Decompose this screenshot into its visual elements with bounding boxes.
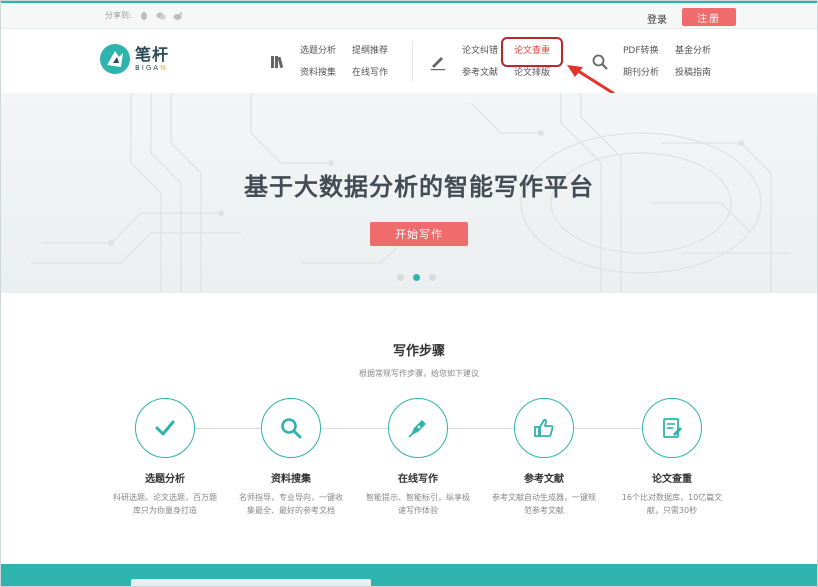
step-circle (388, 398, 448, 458)
top-bar: 分享到: 登录 注册 (1, 1, 817, 29)
step-plagiarism-check[interactable]: 论文查重 16个比对数据库，10亿篇文献，只需30秒 (612, 398, 732, 517)
page-frame: 分享到: 登录 注册 笔杆 BIGAN 选题分析 提纲推荐 资料搜集 在线写作 … (0, 0, 818, 587)
magnifier-icon (281, 418, 302, 439)
step-description: 科研选题、论文选题，百万题库只为你量身打造 (113, 493, 217, 515)
nav-item-outline[interactable]: 提纲推荐 (352, 43, 388, 56)
nav-item-topic-analysis[interactable]: 选题分析 (300, 43, 336, 56)
nav-item-paper-correction[interactable]: 论文纠错 (462, 43, 498, 56)
login-link[interactable]: 登录 (647, 11, 667, 26)
steps-title: 写作步骤 (392, 344, 445, 359)
nav-item-material-collect[interactable]: 资料搜集 (300, 65, 336, 78)
thumbs-up-icon (534, 418, 554, 437)
pen-nib-icon (408, 420, 426, 438)
nav-item-journal-analysis[interactable]: 期刊分析 (623, 65, 659, 78)
carousel-dot[interactable] (397, 274, 404, 281)
logo-english: BIGAN (135, 63, 169, 72)
step-circle (135, 398, 195, 458)
logo-en-suffix: N (160, 63, 168, 72)
qq-icon[interactable] (139, 11, 149, 21)
check-icon (155, 420, 175, 436)
share-label: 分享到: (105, 11, 132, 20)
step-online-writing[interactable]: 在线写作 智能提示、智能标引，纵享极速写作体验 (358, 398, 478, 517)
main-nav: 笔杆 BIGAN 选题分析 提纲推荐 资料搜集 在线写作 论文纠错 论文查重 参… (1, 29, 817, 93)
step-circle (642, 398, 702, 458)
step-name: 参考文献 (524, 474, 564, 485)
hero-banner: 基于大数据分析的智能写作平台 开始写作 (1, 93, 817, 293)
wechat-icon[interactable] (156, 11, 166, 21)
step-description: 16个比对数据库，10亿篇文献，只需30秒 (621, 493, 723, 515)
step-description: 名师指导，专业导向，一键收集最全、最好的参考文档 (239, 493, 343, 515)
carousel-dots (397, 274, 436, 281)
step-description: 智能提示、智能标引，纵享极速写作体验 (366, 493, 470, 515)
carousel-dot[interactable] (429, 274, 436, 281)
nav-item-pdf-convert[interactable]: PDF转换 (623, 43, 659, 56)
logo[interactable]: 笔杆 BIGAN (99, 43, 169, 75)
nav-item-submission-guide[interactable]: 投稿指南 (675, 65, 711, 78)
step-description: 参考文献自动生成器，一键规范参考文献 (492, 493, 596, 515)
nav-group-tools: PDF转换 基金分析 期刊分析 投稿指南 (623, 43, 711, 78)
carousel-dot-active[interactable] (413, 274, 420, 281)
step-topic-analysis[interactable]: 选题分析 科研选题、论文选题，百万题库只为你量身打造 (105, 398, 225, 517)
books-icon (271, 56, 284, 69)
step-material-collect[interactable]: 资料搜集 名师指导，专业导向，一键收集最全、最好的参考文档 (231, 398, 351, 517)
logo-chinese: 笔杆 (135, 44, 170, 64)
logo-en-prefix: BIGA (135, 63, 161, 72)
hero-title: 基于大数据分析的智能写作平台 (244, 173, 594, 201)
step-name: 在线写作 (398, 474, 438, 485)
step-references[interactable]: 参考文献 参考文献自动生成器，一键规范参考文献 (484, 398, 604, 517)
steps-subtitle: 根据常规写作步骤，给您如下建议 (359, 369, 479, 378)
document-check-icon (663, 418, 682, 438)
step-name: 选题分析 (145, 474, 185, 485)
step-circle (514, 398, 574, 458)
nav-item-references[interactable]: 参考文献 (462, 65, 498, 78)
bottom-teal-band (1, 564, 817, 586)
pen-icon (431, 57, 445, 71)
nav-item-fund-analysis[interactable]: 基金分析 (675, 43, 711, 56)
nav-item-online-writing[interactable]: 在线写作 (352, 65, 388, 78)
register-button[interactable]: 注册 (682, 8, 736, 26)
step-circle (261, 398, 321, 458)
nav-divider (412, 41, 413, 81)
step-name: 论文查重 (652, 474, 692, 485)
logo-text: 笔杆 BIGAN (135, 44, 170, 72)
bottom-card-edge (131, 579, 371, 586)
annotation-highlight-box (501, 37, 563, 67)
share-bar: 分享到: (105, 10, 183, 21)
step-name: 资料搜集 (271, 474, 311, 485)
start-writing-button[interactable]: 开始写作 (370, 222, 468, 246)
logo-mark-icon (100, 44, 130, 74)
weibo-icon[interactable] (173, 11, 183, 21)
nav-group-research: 选题分析 提纲推荐 资料搜集 在线写作 (300, 43, 388, 78)
